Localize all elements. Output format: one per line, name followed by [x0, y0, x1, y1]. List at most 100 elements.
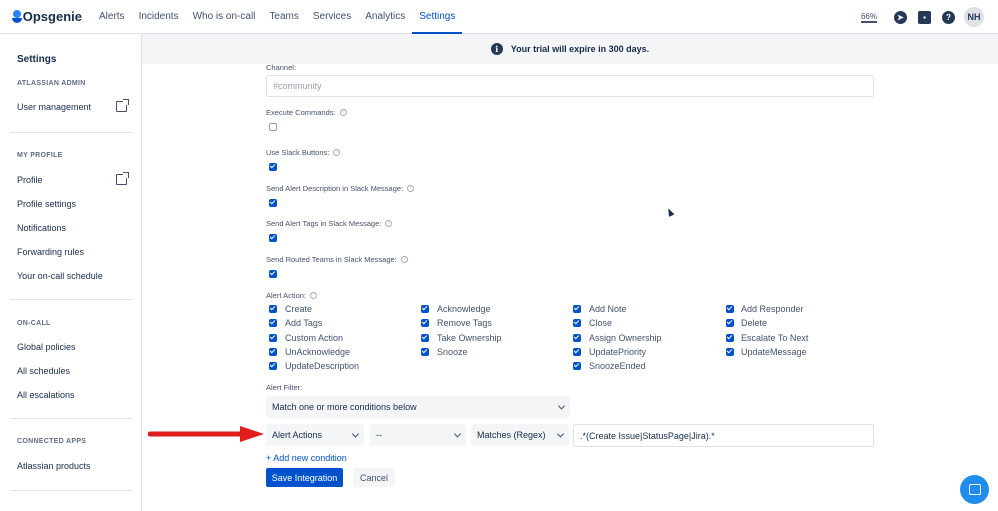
action-checkbox-custom-action[interactable] [269, 334, 277, 342]
action-checkbox-assign-ownership[interactable] [573, 334, 581, 342]
filter-mode-select[interactable]: Match one or more conditions below [266, 396, 570, 418]
alert-filter-label-text: Alert Filter: [266, 383, 303, 392]
send-routed-teams-checkbox[interactable] [269, 270, 277, 278]
send-tags-label-text: Send Alert Tags in Slack Message: [266, 219, 382, 228]
nav-item-services[interactable]: Services [306, 0, 358, 34]
action-label-snooze: Snooze [437, 347, 468, 357]
action-label-update-priority: UpdatePriority [589, 347, 647, 357]
nav-item-alerts[interactable]: Alerts [92, 0, 132, 34]
nav-item-analytics[interactable]: Analytics [358, 0, 412, 34]
help-icon[interactable]: ? [407, 185, 415, 192]
add-condition-link[interactable]: + Add new condition [266, 453, 347, 463]
action-label-close: Close [589, 318, 613, 328]
external-link-icon[interactable] [116, 172, 129, 185]
action-label-delete: Delete [741, 318, 768, 328]
sidebar-item-notifications[interactable]: Notifications [17, 223, 66, 233]
help-icon[interactable]: ? [310, 292, 318, 299]
alert-action-label: Alert Action:? [266, 291, 318, 300]
condition-not-select[interactable]: -- [370, 424, 466, 446]
condition-value-input[interactable]: .*(Create Issue|StatusPage|Jira).* [573, 424, 874, 447]
sidebar-item-all-schedules[interactable]: All schedules [17, 366, 70, 376]
help-icon[interactable]: ? [339, 109, 347, 116]
action-checkbox-delete[interactable] [726, 319, 734, 327]
action-checkbox-add-note[interactable] [573, 305, 581, 313]
opsgenie-logo[interactable]: Opsgenie [12, 9, 82, 24]
sidebar-item-on-call-schedule[interactable]: Your on-call schedule [17, 271, 103, 281]
zoom-level[interactable]: 66% [860, 12, 877, 23]
cancel-button[interactable]: Cancel [353, 468, 395, 487]
action-label-create: Create [285, 304, 313, 314]
save-integration-button[interactable]: Save Integration [266, 468, 343, 487]
action-checkbox-create[interactable] [269, 305, 277, 313]
send-description-checkbox[interactable] [269, 199, 277, 207]
action-checkbox-update-priority[interactable] [573, 348, 581, 356]
sidebar: Settings ATLASSIAN ADMIN User management… [0, 34, 142, 511]
action-label-remove-tags: Remove Tags [437, 318, 492, 328]
condition-field-value: Alert Actions [272, 430, 323, 440]
sidebar-divider [10, 132, 132, 133]
nav-item-settings[interactable]: Settings [412, 0, 463, 34]
sidebar-item-global-policies[interactable]: Global policies [17, 342, 76, 352]
nav-item-teams[interactable]: Teams [262, 0, 305, 34]
action-checkbox-update-message[interactable] [726, 348, 734, 356]
nav-item-who-is-on-call[interactable]: Who is on-call [186, 0, 263, 34]
chat-launcher-button[interactable] [960, 475, 989, 504]
send-routed-teams-label-text: Send Routed Teams in Slack Message: [266, 255, 397, 264]
condition-not-value: -- [376, 430, 382, 440]
action-label-acknowledge: Acknowledge [437, 304, 491, 314]
sidebar-item-profile-settings[interactable]: Profile settings [17, 199, 76, 209]
sidebar-section-connected-apps: CONNECTED APPS [17, 438, 87, 445]
help-icon[interactable]: ? [942, 10, 955, 24]
channel-input[interactable]: #community [266, 75, 874, 97]
sidebar-section-on-call: ON-CALL [17, 320, 51, 327]
avatar[interactable]: NH [964, 7, 984, 27]
condition-field-select[interactable]: Alert Actions [266, 424, 364, 446]
external-link-icon[interactable] [116, 99, 129, 112]
action-checkbox-remove-tags[interactable] [421, 319, 429, 327]
help-icon[interactable]: ? [385, 220, 393, 227]
top-navigation: Opsgenie Alerts Incidents Who is on-call… [0, 0, 998, 34]
sidebar-item-user-management[interactable]: User management [17, 102, 91, 112]
trial-banner: i Your trial will expire in 300 days. [142, 34, 998, 64]
action-checkbox-unacknowledge[interactable] [269, 348, 277, 356]
action-checkbox-take-ownership[interactable] [421, 334, 429, 342]
send-tags-label: Send Alert Tags in Slack Message:? [266, 219, 393, 228]
send-description-label-text: Send Alert Description in Slack Message: [266, 184, 404, 193]
sidebar-item-all-escalations[interactable]: All escalations [17, 390, 75, 400]
nav-item-incidents[interactable]: Incidents [132, 0, 186, 34]
action-label-unacknowledge: UnAcknowledge [285, 347, 351, 357]
apps-icon[interactable]: ▪ [918, 10, 931, 24]
execute-commands-checkbox[interactable] [269, 123, 277, 131]
action-checkbox-update-description[interactable] [269, 362, 277, 370]
sidebar-item-profile[interactable]: Profile [17, 175, 43, 185]
sidebar-section-atlassian-admin: ATLASSIAN ADMIN [17, 80, 86, 87]
action-label-custom-action: Custom Action [285, 333, 344, 343]
action-checkbox-close[interactable] [573, 319, 581, 327]
send-tags-checkbox[interactable] [269, 234, 277, 242]
sidebar-divider [10, 490, 132, 491]
action-checkbox-acknowledge[interactable] [421, 305, 429, 313]
sidebar-item-atlassian-products[interactable]: Atlassian products [17, 461, 91, 471]
action-label-add-responder: Add Responder [741, 304, 804, 314]
help-icon[interactable]: ? [400, 256, 408, 263]
condition-operator-select[interactable]: Matches (Regex) [471, 424, 569, 446]
filter-mode-value: Match one or more conditions below [272, 402, 417, 412]
chevron-down-icon [556, 430, 565, 438]
action-label-snooze-ended: SnoozeEnded [589, 361, 646, 371]
action-checkbox-escalate-to-next[interactable] [726, 334, 734, 342]
help-icon[interactable]: ? [333, 149, 341, 156]
logo-text: Opsgenie [22, 9, 82, 24]
chevron-down-icon [557, 402, 566, 410]
action-checkbox-snooze[interactable] [421, 348, 429, 356]
action-checkbox-add-tags[interactable] [269, 319, 277, 327]
sidebar-item-forwarding-rules[interactable]: Forwarding rules [17, 247, 84, 257]
nav-items: Alerts Incidents Who is on-call Teams Se… [92, 0, 463, 34]
compass-icon[interactable]: ➤ [894, 10, 907, 24]
action-label-assign-ownership: Assign Ownership [589, 333, 662, 343]
sidebar-section-my-profile: MY PROFILE [17, 152, 63, 159]
action-checkbox-snooze-ended[interactable] [573, 362, 581, 370]
use-slack-buttons-label: Use Slack Buttons:? [266, 148, 341, 157]
use-slack-buttons-checkbox[interactable] [269, 163, 277, 171]
action-checkbox-add-responder[interactable] [726, 305, 734, 313]
action-label-add-note: Add Note [589, 304, 627, 314]
